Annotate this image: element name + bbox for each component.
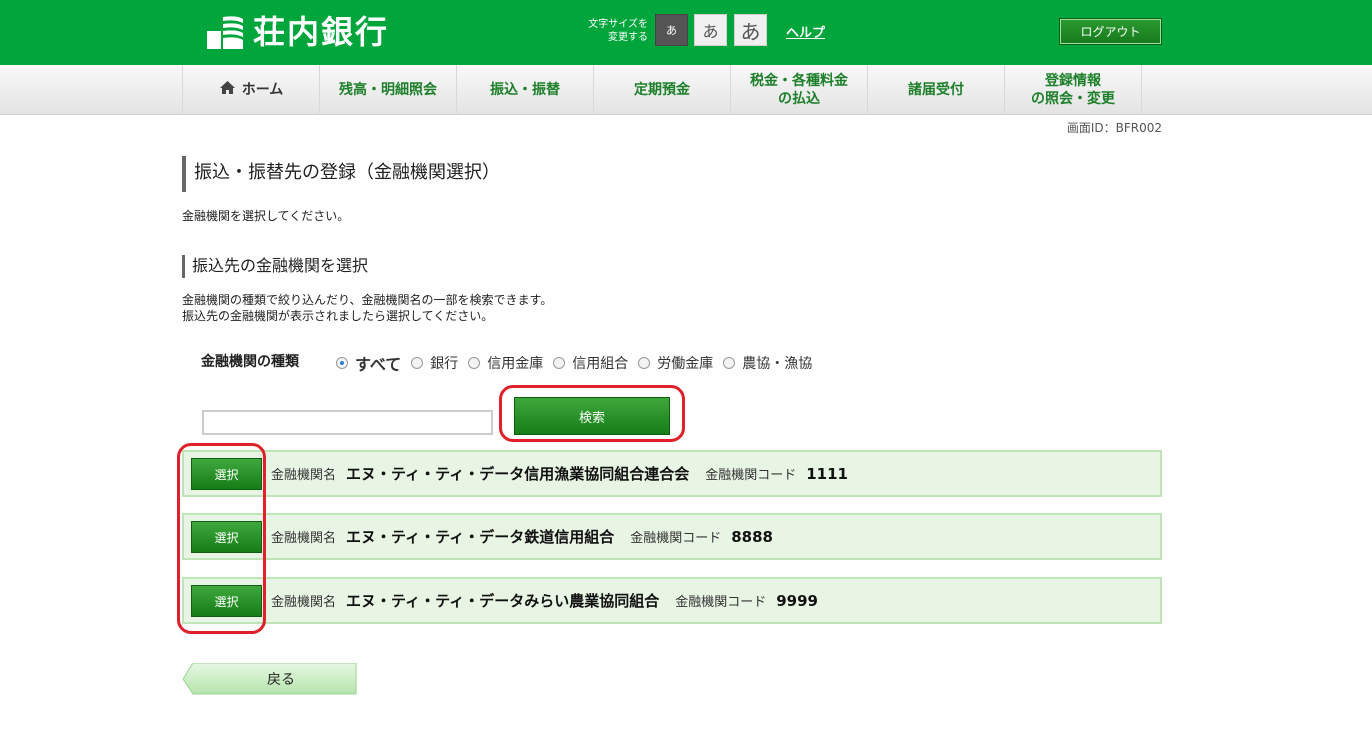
bank-code-label: 金融機関コード [630, 531, 722, 546]
radio-button[interactable] [723, 357, 736, 369]
radio-credit-union[interactable]: 信用組合 [553, 353, 628, 373]
font-size-label: 文字サイズを 変更する [588, 19, 648, 43]
section-title: 振込先の金融機関を選択 [182, 255, 368, 278]
radio-shinkin[interactable]: 信用金庫 [468, 353, 543, 373]
radio-button[interactable] [638, 357, 651, 369]
list-item: 選択 金融機関名 エヌ・ティ・ティ・データみらい農業協同組合 金融機関コード 9… [182, 577, 1162, 624]
radio-button[interactable] [336, 357, 348, 369]
bank-name-value: エヌ・ティ・ティ・データ信用漁業協同組合連合会 [346, 465, 690, 483]
font-size-small-button[interactable]: あ [655, 14, 688, 46]
radio-button[interactable] [411, 357, 424, 369]
bank-code-value: 8888 [731, 527, 773, 546]
nav-item-registration-info[interactable]: 登録情報 の照会・変更 [1005, 65, 1142, 115]
bank-name-value: エヌ・ティ・ティ・データ鉄道信用組合 [346, 528, 615, 546]
list-item: 選択 金融機関名 エヌ・ティ・ティ・データ鉄道信用組合 金融機関コード 8888 [182, 513, 1162, 560]
page-title: 振込・振替先の登録（金融機関選択） [182, 156, 500, 192]
radio-button[interactable] [468, 357, 481, 369]
bank-name: 荘内銀行 [253, 13, 390, 51]
bank-code-value: 9999 [776, 591, 818, 610]
nav-item-time-deposit[interactable]: 定期預金 [594, 65, 731, 115]
header-bar: 荘内銀行 文字サイズを 変更する あ あ あ ヘルプ ログアウト [0, 0, 1372, 65]
radio-agri-fishery[interactable]: 農協・漁協 [723, 353, 812, 373]
radio-labour-bank[interactable]: 労働金庫 [638, 353, 713, 373]
list-item: 選択 金融機関名 エヌ・ティ・ティ・データ信用漁業協同組合連合会 金融機関コード… [182, 450, 1162, 497]
radio-all[interactable]: すべて [336, 351, 401, 375]
bank-name-value: エヌ・ティ・ティ・データみらい農業協同組合 [346, 592, 660, 610]
bank-code-value: 1111 [806, 464, 848, 483]
nav-item-balance[interactable]: 残高・明細照会 [320, 65, 457, 115]
annotation-highlight-select [177, 443, 266, 634]
help-link[interactable]: ヘルプ [786, 22, 825, 41]
font-size-medium-button[interactable]: あ [694, 14, 727, 46]
institution-type-label: 金融機関の種類 [201, 354, 299, 370]
bank-code-label: 金融機関コード [675, 595, 767, 610]
nav-item-home[interactable]: ホーム [183, 65, 320, 115]
section-description: 金融機関の種類で絞り込んだり、金融機関名の一部を検索できます。 振込先の金融機関… [182, 293, 553, 323]
bank-logo[interactable]: 荘内銀行 [207, 12, 389, 52]
nav-item-label: ホーム [241, 82, 284, 98]
bank-logo-icon [207, 13, 245, 51]
main-nav: ホーム 残高・明細照会 振込・振替 定期預金 税金・各種料金 の払込 諸届受付 … [0, 65, 1372, 115]
nav-item-notifications[interactable]: 諸届受付 [868, 65, 1005, 115]
nav-item-tax-payment[interactable]: 税金・各種料金 の払込 [731, 65, 868, 115]
font-size-large-button[interactable]: あ [734, 14, 767, 46]
back-button-label: 戻る [267, 672, 295, 688]
bank-name-label: 金融機関名 [271, 531, 337, 546]
radio-button[interactable] [553, 357, 566, 369]
bank-code-label: 金融機関コード [705, 468, 797, 483]
annotation-highlight-search [499, 385, 685, 442]
screen-id: 画面ID：BFR002 [1066, 121, 1162, 135]
bank-name-label: 金融機関名 [271, 468, 337, 483]
search-input[interactable] [202, 410, 493, 435]
page-intro: 金融機関を選択してください。 [182, 209, 350, 223]
institution-type-radio-group: すべて 銀行 信用金庫 信用組合 労働金庫 農協・漁協 [336, 351, 822, 375]
nav-item-transfer[interactable]: 振込・振替 [457, 65, 594, 115]
radio-bank[interactable]: 銀行 [411, 353, 458, 373]
bank-name-label: 金融機関名 [271, 595, 337, 610]
back-button[interactable]: 戻る [183, 663, 357, 695]
logout-button[interactable]: ログアウト [1059, 18, 1162, 45]
home-icon [219, 80, 236, 100]
